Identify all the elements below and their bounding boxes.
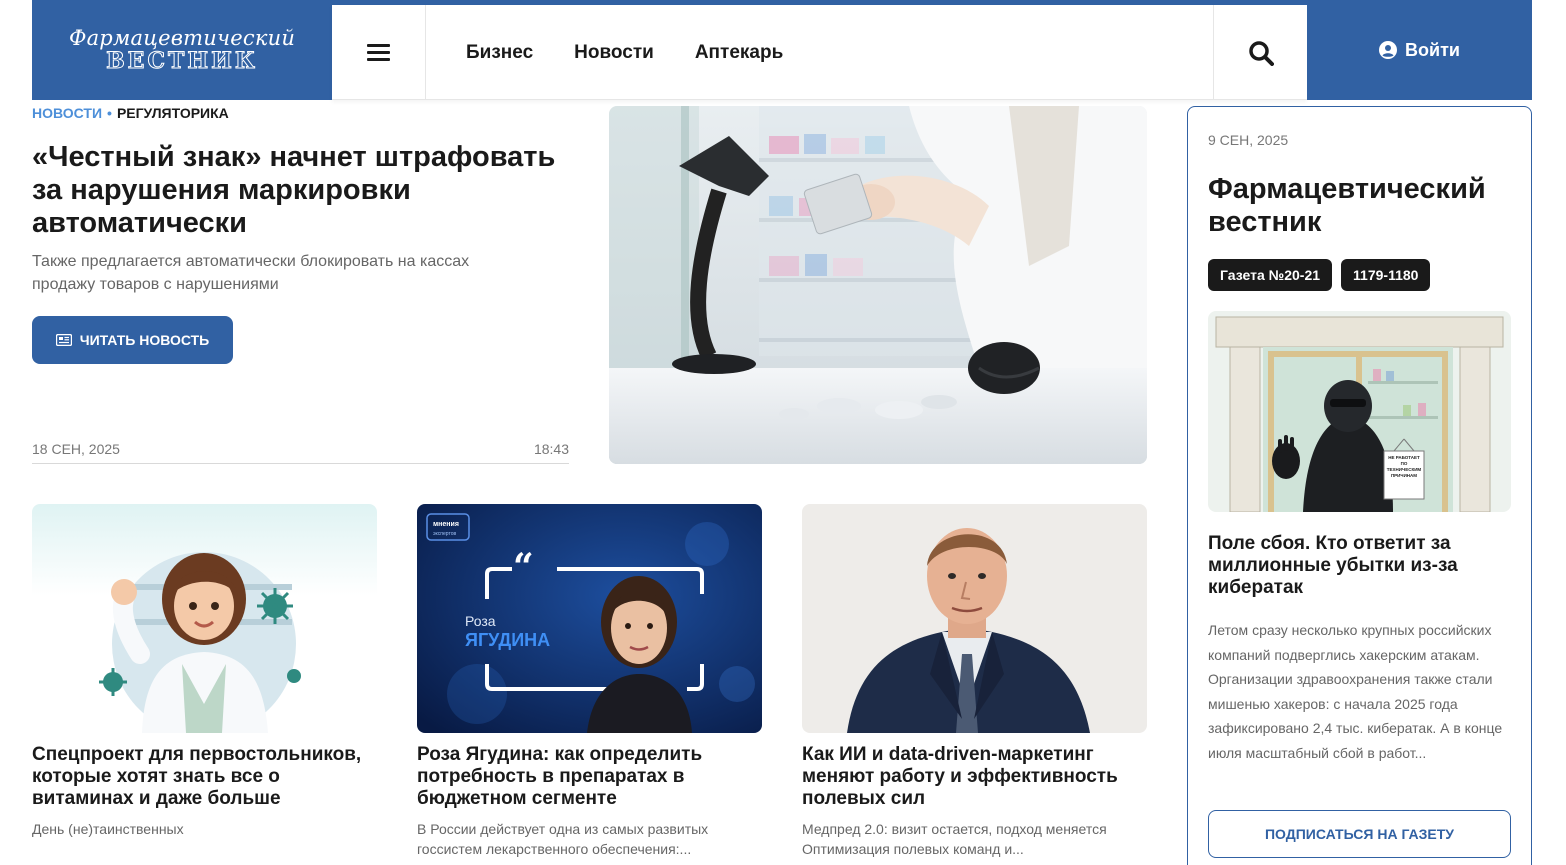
breadcrumb-separator: • — [107, 105, 112, 121]
search-icon — [1248, 40, 1274, 66]
issue-badges: Газета №20-21 1179-1180 — [1208, 259, 1431, 291]
header-bar: Бизнес Новости Аптекарь — [332, 5, 1307, 100]
search-button[interactable] — [1213, 5, 1307, 100]
hero-meta: 18 СЕН, 2025 18:43 — [32, 441, 569, 464]
read-news-button[interactable]: ЧИТАТЬ НОВОСТЬ — [32, 316, 233, 364]
sidebar-article-image[interactable]: НЕ РАБОТАЕТ ПО ТЕХНИЧЕСКИМ ПРИЧИНАМ — [1208, 311, 1511, 512]
user-circle-icon — [1379, 41, 1398, 59]
card-title[interactable]: Как ИИ и data-driven-маркетинг меняют ра… — [802, 744, 1147, 810]
image-name-first: Роза — [465, 613, 496, 629]
pharmacist-illustration — [32, 504, 377, 733]
hero-image[interactable] — [609, 106, 1147, 464]
svg-text:“: “ — [513, 546, 534, 588]
nav-item-business[interactable]: Бизнес — [466, 42, 533, 64]
hamburger-icon — [367, 44, 390, 61]
sidebar-date: 9 СЕН, 2025 — [1208, 132, 1289, 148]
card-image[interactable]: мнения экспертов “ ” Роза ЯГУДИНА — [417, 504, 762, 733]
login-button[interactable]: Войти — [1307, 0, 1532, 100]
newspaper-icon — [55, 334, 72, 346]
expert-portrait-image: мнения экспертов “ ” Роза ЯГУДИНА — [417, 504, 762, 733]
read-news-label: ЧИТАТЬ НОВОСТЬ — [79, 332, 210, 348]
sidebar-title[interactable]: Фармацевтический вестник — [1208, 173, 1508, 239]
breadcrumb: НОВОСТИ • РЕГУЛЯТОРИКА — [32, 105, 229, 121]
image-sign-text: НЕ РАБОТАЕТ ПО ТЕХНИЧЕСКИМ ПРИЧИНАМ — [1386, 455, 1422, 478]
nav-item-aptekar[interactable]: Аптекарь — [695, 42, 783, 64]
news-card[interactable]: мнения экспертов “ ” Роза ЯГУДИНА Роза Я… — [417, 504, 762, 859]
breadcrumb-section-link[interactable]: НОВОСТИ — [32, 105, 102, 121]
image-badge-line2: экспертов — [433, 531, 456, 537]
login-label: Войти — [1405, 39, 1460, 60]
site-logo[interactable]: Фармацевтический ВЕСТНИК — [32, 0, 332, 100]
sidebar-article-lead: Летом сразу несколько крупных российских… — [1208, 622, 1503, 761]
news-card[interactable]: Как ИИ и data-driven-маркетинг меняют ра… — [802, 504, 1147, 859]
hero-lead: Также предлагается автоматически блокиро… — [32, 253, 470, 293]
card-lead: В России действует одна из самых развиты… — [417, 821, 709, 857]
card-image[interactable] — [802, 504, 1147, 733]
issue-number-badge[interactable]: 1179-1180 — [1341, 259, 1431, 291]
breadcrumb-category-link[interactable]: РЕГУЛЯТОРИКА — [117, 105, 229, 121]
logo-line2: ВЕСТНИК — [106, 48, 258, 74]
card-image[interactable] — [32, 504, 377, 733]
hacker-door-illustration: НЕ РАБОТАЕТ ПО ТЕХНИЧЕСКИМ ПРИЧИНАМ — [1208, 311, 1511, 512]
subscribe-button[interactable]: ПОДПИСАТЬСЯ НА ГАЗЕТУ — [1208, 810, 1511, 858]
card-title[interactable]: Роза Ягудина: как определить потребность… — [417, 744, 762, 810]
nav-item-news[interactable]: Новости — [574, 42, 654, 64]
pharmacy-scanner-image — [609, 106, 1147, 464]
image-badge-line1: мнения — [433, 521, 459, 528]
issue-badge[interactable]: Газета №20-21 — [1208, 259, 1333, 291]
main-nav: Бизнес Новости Аптекарь — [466, 5, 783, 100]
businessman-portrait-image — [802, 504, 1147, 733]
menu-button[interactable] — [332, 5, 426, 100]
card-lead: Медпред 2.0: визит остается, подход меня… — [802, 821, 1107, 857]
sidebar-article-title[interactable]: Поле сбоя. Кто ответит за миллионные убы… — [1208, 533, 1508, 599]
card-lead: День (не)таинственных — [32, 821, 184, 837]
image-name-last: ЯГУДИНА — [465, 630, 550, 650]
news-card[interactable]: Спецпроект для первостольников, которые … — [32, 504, 377, 859]
card-title[interactable]: Спецпроект для первостольников, которые … — [32, 744, 377, 810]
hero-date: 18 СЕН, 2025 — [32, 441, 120, 457]
hero-title[interactable]: «Честный знак» начнет штрафовать за нару… — [32, 141, 572, 240]
newspaper-sidebar: 9 СЕН, 2025 Фармацевтический вестник Газ… — [1187, 106, 1532, 865]
logo-line1: Фармацевтический — [68, 26, 296, 50]
hero-time: 18:43 — [533, 441, 569, 457]
